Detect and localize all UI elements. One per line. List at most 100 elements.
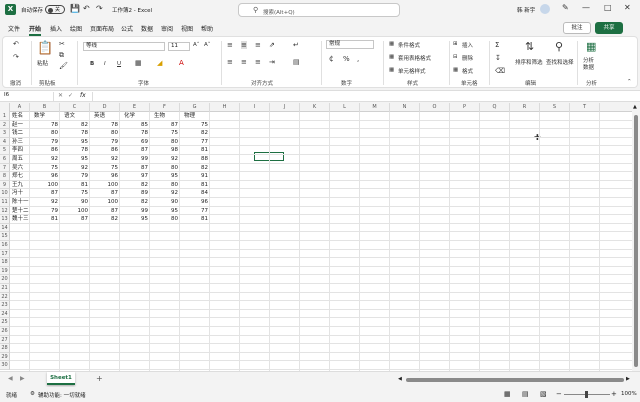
save-icon[interactable]: 💾 [70, 4, 80, 13]
find-select-button[interactable]: 查找和选择 [546, 58, 574, 66]
avatar[interactable] [540, 4, 550, 14]
row-header[interactable]: 27 [0, 335, 10, 345]
row-header[interactable]: 8 [0, 172, 10, 181]
row-header[interactable]: 15 [0, 232, 10, 241]
column-header-p[interactable]: P [450, 103, 480, 112]
zoom-in-icon[interactable]: + [611, 390, 617, 398]
row-header[interactable]: 11 [0, 198, 10, 207]
row-header[interactable]: 14 [0, 223, 10, 233]
comment-button[interactable]: 批注 [563, 22, 591, 34]
conditional-format-button[interactable]: 条件格式 [398, 41, 420, 49]
column-header-h[interactable]: H [210, 103, 240, 112]
table-format-button[interactable]: 套用表格格式 [398, 54, 431, 62]
menu-view[interactable]: 视图 [181, 24, 193, 33]
zoom-out-icon[interactable]: − [556, 390, 562, 398]
analyze-data-button[interactable]: 分析 数据 [583, 58, 594, 72]
column-header-i[interactable]: I [240, 103, 270, 112]
insert-button[interactable]: 插入 [462, 41, 473, 49]
menu-help[interactable]: 帮助 [201, 24, 213, 33]
scroll-up-icon[interactable]: ▲ [633, 104, 637, 110]
find-select-icon[interactable]: ⚲ [555, 40, 563, 53]
zoom-level[interactable]: 100% [621, 391, 637, 397]
menu-home[interactable]: 开始 [29, 24, 42, 36]
add-sheet-button[interactable]: + [96, 374, 103, 383]
cell-styles-button[interactable]: 单元格样式 [398, 67, 426, 75]
next-sheet-icon[interactable]: ▶ [20, 375, 25, 382]
ribbon-collapse-icon[interactable]: ⌃ [627, 79, 632, 85]
row-header[interactable]: 17 [0, 249, 10, 259]
menu-page-layout[interactable]: 页面布局 [90, 24, 114, 33]
wrap-text-icon[interactable]: ↵ [293, 41, 299, 49]
indent-icon[interactable]: ⇥ [269, 58, 275, 66]
row-header[interactable]: 6 [0, 155, 10, 164]
autosum-icon[interactable]: Σ [495, 41, 499, 49]
vertical-scrollbar[interactable]: ▲ [632, 103, 640, 371]
accessibility-icon[interactable]: ⚙ [30, 391, 35, 397]
copy-icon[interactable]: ⧉ [59, 51, 64, 60]
align-bottom-icon[interactable]: ≡ [255, 41, 261, 49]
row-header[interactable]: 18 [0, 258, 10, 267]
menu-review[interactable]: 审阅 [161, 24, 173, 33]
scroll-left-icon[interactable]: ◀ [398, 376, 402, 382]
font-name-select[interactable]: 等线 [83, 42, 165, 51]
column-header-f[interactable]: F [150, 103, 180, 112]
paste-icon[interactable]: 📋 [37, 41, 53, 56]
comma-icon[interactable]: , [357, 55, 359, 63]
fx-icon[interactable]: fx [80, 92, 86, 99]
horizontal-scroll-thumb[interactable] [406, 378, 624, 382]
column-header-g[interactable]: G [180, 103, 210, 112]
column-header-a[interactable]: A [10, 103, 30, 112]
align-center-icon[interactable]: ≡ [241, 58, 247, 66]
italic-button[interactable]: I [104, 61, 106, 67]
align-right-icon[interactable]: ≡ [255, 58, 261, 66]
menu-formulas[interactable]: 公式 [121, 24, 133, 33]
align-left-icon[interactable]: ≡ [227, 58, 233, 66]
share-button[interactable]: 共享 [595, 22, 623, 34]
font-size-select[interactable]: 11 [168, 42, 190, 51]
font-color-icon[interactable]: A [179, 59, 184, 67]
page-layout-icon[interactable]: ▤ [522, 390, 529, 398]
row-header[interactable]: 28 [0, 344, 10, 353]
redo-icon[interactable]: ↷ [13, 53, 19, 61]
sort-filter-button[interactable]: 排序和筛选 [515, 58, 543, 66]
minimize-icon[interactable]: — [582, 3, 590, 12]
row-header[interactable]: 16 [0, 241, 10, 250]
row-header[interactable]: 23 [0, 301, 10, 310]
row-header[interactable]: 9 [0, 180, 10, 190]
paste-label[interactable]: 粘贴 [37, 59, 48, 67]
fill-icon[interactable]: ↧ [495, 54, 501, 62]
currency-icon[interactable]: ₵ [329, 55, 333, 63]
sort-filter-icon[interactable]: ⇅ [525, 40, 534, 53]
column-header-r[interactable]: R [510, 103, 540, 112]
number-format-select[interactable]: 常规 [326, 40, 374, 49]
vertical-scroll-thumb[interactable] [634, 115, 638, 367]
row-header[interactable]: 26 [0, 327, 10, 336]
font-shrink-icon[interactable]: A˅ [204, 42, 211, 48]
menu-data[interactable]: 数据 [141, 24, 153, 33]
column-header-l[interactable]: L [330, 103, 360, 112]
zoom-slider-handle[interactable] [585, 391, 588, 398]
formula-input[interactable] [92, 92, 622, 101]
accessibility-status[interactable]: 辅助功能: 一切就绪 [38, 391, 86, 399]
row-header[interactable]: 12 [0, 206, 10, 216]
column-header-b[interactable]: B [30, 103, 60, 112]
page-break-icon[interactable]: ▧ [540, 390, 547, 398]
menu-insert[interactable]: 插入 [50, 24, 62, 33]
column-header-k[interactable]: K [300, 103, 330, 112]
percent-icon[interactable]: % [343, 55, 350, 63]
row-header[interactable]: 30 [0, 361, 10, 370]
column-header-c[interactable]: C [60, 103, 90, 112]
underline-button[interactable]: U [117, 61, 121, 67]
column-header-o[interactable]: O [420, 103, 450, 112]
column-header-t[interactable]: T [570, 103, 600, 112]
borders-icon[interactable]: ▦ [135, 59, 142, 67]
cut-icon[interactable]: ✂ [59, 40, 65, 48]
row-header[interactable]: 22 [0, 292, 10, 302]
column-header-q[interactable]: Q [480, 103, 510, 112]
close-icon[interactable]: ✕ [624, 3, 631, 12]
font-grow-icon[interactable]: A˄ [193, 42, 200, 48]
normal-view-icon[interactable]: ▦ [504, 390, 511, 398]
redo-icon[interactable]: ↷ [96, 4, 103, 13]
spreadsheet-grid[interactable]: ABCDEFGHIJKLMNOPQRST 姓名 数学 语文 英语 化学 生物 物理 赵一 78 8… [0, 103, 632, 371]
align-top-icon[interactable]: ≡ [227, 41, 233, 49]
